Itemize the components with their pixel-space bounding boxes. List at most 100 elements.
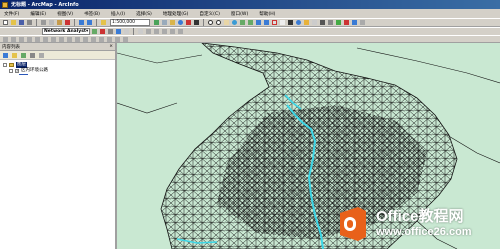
- new-document-icon[interactable]: [2, 19, 9, 26]
- tool-icon[interactable]: [169, 28, 176, 35]
- go-to-xy-icon[interactable]: [343, 19, 350, 26]
- find-icon[interactable]: [327, 19, 334, 26]
- pan-icon[interactable]: [223, 19, 230, 26]
- tool-icon[interactable]: [18, 36, 25, 43]
- copy-icon[interactable]: [48, 19, 55, 26]
- network-directions-icon[interactable]: [123, 28, 130, 35]
- standard-toolbar: 1:500,000: [0, 18, 500, 27]
- labeling-icon[interactable]: [137, 28, 144, 35]
- create-viewer-icon[interactable]: [359, 19, 366, 26]
- menu-edit[interactable]: 编辑(E): [30, 11, 46, 17]
- toc-toolbar: [0, 51, 115, 60]
- tool-icon[interactable]: [58, 36, 65, 43]
- zoom-out-icon[interactable]: [215, 19, 222, 26]
- window-titlebar: 无标题 - ArcMap - ArcInfo: [0, 0, 500, 9]
- menu-file[interactable]: 文件(F): [4, 11, 19, 17]
- undo-icon[interactable]: [78, 19, 85, 26]
- print-icon[interactable]: [26, 19, 33, 26]
- menu-bar: 文件(F) 编辑(E) 视图(V) 书签(B) 插入(I) 选择(S) 地理处理…: [0, 9, 500, 18]
- tool-icon[interactable]: [42, 36, 49, 43]
- measure-icon[interactable]: [319, 19, 326, 26]
- tool-icon[interactable]: [66, 36, 73, 43]
- forward-extent-icon[interactable]: [263, 19, 270, 26]
- layers-icon: [9, 63, 14, 67]
- fixed-zoom-in-icon[interactable]: [239, 19, 246, 26]
- delete-icon[interactable]: [64, 19, 71, 26]
- line-symbol-icon[interactable]: [19, 74, 28, 75]
- redo-icon[interactable]: [86, 19, 93, 26]
- tool-icon[interactable]: [122, 36, 129, 43]
- full-extent-icon[interactable]: [231, 19, 238, 26]
- zoom-in-icon[interactable]: [207, 19, 214, 26]
- list-by-selection-icon[interactable]: [29, 52, 36, 59]
- catalog-icon[interactable]: [169, 19, 176, 26]
- toolbar-separator: [96, 19, 97, 26]
- clear-selection-icon[interactable]: [279, 19, 286, 26]
- python-icon[interactable]: [193, 19, 200, 26]
- tool-icon[interactable]: [90, 36, 97, 43]
- map-scale-dropdown[interactable]: 1:500,000: [110, 19, 150, 26]
- list-by-drawing-order-icon[interactable]: [2, 52, 9, 59]
- visibility-checkbox[interactable]: ✓: [15, 68, 19, 73]
- collapse-icon[interactable]: [9, 69, 13, 73]
- toolbar-separator: [36, 19, 37, 26]
- hyperlink-icon[interactable]: [303, 19, 310, 26]
- tool-icon[interactable]: [10, 36, 17, 43]
- paste-icon[interactable]: [56, 19, 63, 26]
- network-move-icon[interactable]: [107, 28, 114, 35]
- layer-tree: 图层 ✓ 区内环境公路: [0, 60, 115, 75]
- add-data-icon[interactable]: [100, 19, 107, 26]
- toolbar-separator: [203, 19, 204, 26]
- fixed-zoom-out-icon[interactable]: [247, 19, 254, 26]
- open-folder-icon[interactable]: [10, 19, 17, 26]
- collapse-icon[interactable]: [3, 63, 7, 67]
- arcmap-app-icon: [2, 1, 8, 8]
- tool-icon[interactable]: [98, 36, 105, 43]
- back-extent-icon[interactable]: [255, 19, 262, 26]
- close-icon[interactable]: ×: [109, 44, 113, 49]
- arctoolbox-icon[interactable]: [185, 19, 192, 26]
- save-icon[interactable]: [18, 19, 25, 26]
- editor-toolbar-icon[interactable]: [153, 19, 160, 26]
- tool-icon[interactable]: [114, 36, 121, 43]
- html-popup-icon[interactable]: [311, 19, 318, 26]
- tool-icon[interactable]: [50, 36, 57, 43]
- menu-selection[interactable]: 选择(S): [136, 11, 152, 17]
- select-elements-icon[interactable]: [287, 19, 294, 26]
- menu-windows[interactable]: 窗口(W): [231, 11, 248, 17]
- office-logo-icon: [340, 207, 366, 241]
- options-icon[interactable]: [38, 52, 45, 59]
- network-window-icon[interactable]: [91, 28, 98, 35]
- tool-icon[interactable]: [153, 28, 160, 35]
- time-slider-icon[interactable]: [351, 19, 358, 26]
- tool-icon[interactable]: [26, 36, 33, 43]
- network-solve-icon[interactable]: [115, 28, 122, 35]
- tool-icon[interactable]: [82, 36, 89, 43]
- identify-icon[interactable]: [295, 19, 302, 26]
- tool-icon[interactable]: [34, 36, 41, 43]
- cut-icon[interactable]: [40, 19, 47, 26]
- watermark-url: www.office26.com: [376, 226, 472, 238]
- menu-geoprocessing[interactable]: 地理处理(G): [163, 11, 189, 17]
- tool-icon[interactable]: [145, 28, 152, 35]
- search-icon[interactable]: [177, 19, 184, 26]
- tool-icon[interactable]: [161, 28, 168, 35]
- menu-customize[interactable]: 自定义(C): [199, 11, 220, 17]
- tool-icon[interactable]: [2, 36, 9, 43]
- list-by-visibility-icon[interactable]: [20, 52, 27, 59]
- menu-bookmarks[interactable]: 书签(B): [84, 11, 100, 17]
- window-title: 无标题 - ArcMap - ArcInfo: [11, 2, 79, 8]
- drawing-toolbar: [0, 35, 500, 43]
- tool-icon[interactable]: [177, 28, 184, 35]
- menu-insert[interactable]: 插入(I): [111, 11, 125, 17]
- menu-view[interactable]: 视图(V): [57, 11, 73, 17]
- list-by-source-icon[interactable]: [11, 52, 18, 59]
- menu-help[interactable]: 帮助(H): [259, 11, 275, 17]
- tool-icon[interactable]: [106, 36, 113, 43]
- tool-icon[interactable]: [74, 36, 81, 43]
- find-route-icon[interactable]: [335, 19, 342, 26]
- network-location-icon[interactable]: [99, 28, 106, 35]
- network-analyst-dropdown[interactable]: Network Analyst▾: [42, 28, 90, 35]
- table-icon[interactable]: [161, 19, 168, 26]
- select-features-icon[interactable]: [271, 19, 278, 26]
